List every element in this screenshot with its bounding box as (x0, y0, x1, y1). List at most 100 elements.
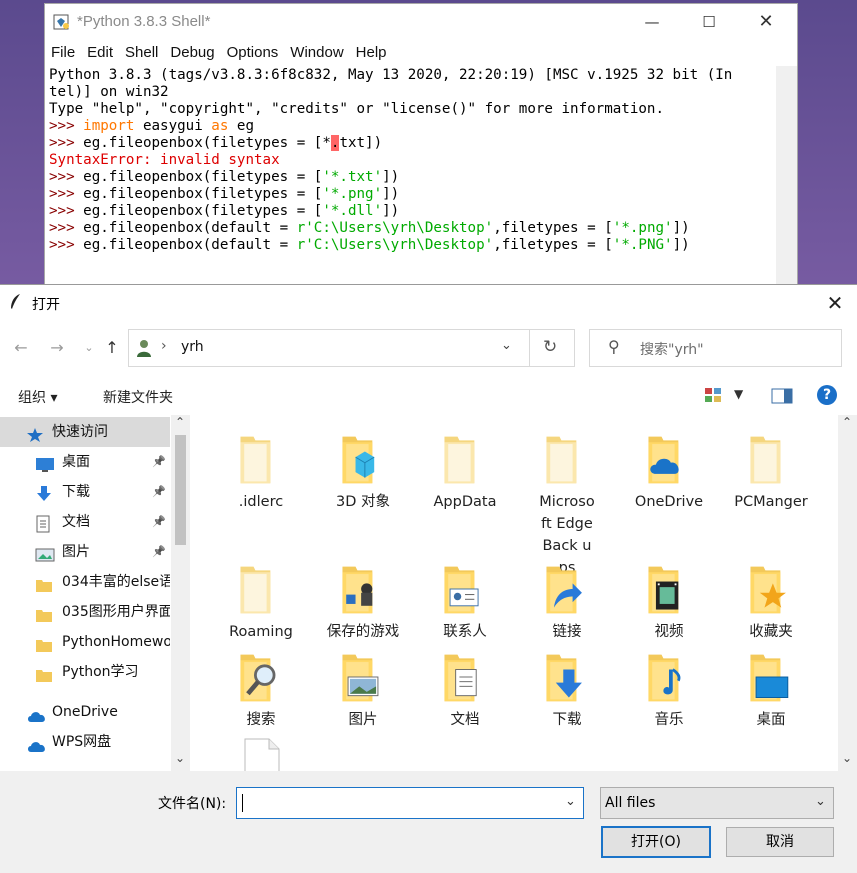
navigation-pane-scrollbar[interactable]: ⌃ ⌄ (171, 415, 190, 771)
shell-menu-file[interactable]: File (51, 41, 75, 65)
sidebar-item[interactable]: OneDrive (0, 697, 170, 727)
shell-text-segment: Type "help", "copyright", "credits" or "… (49, 101, 664, 117)
sidebar-item-label: WPS网盘 (52, 734, 112, 750)
shell-line: tel)] on win32 (49, 84, 774, 101)
onedrive-folder-icon (648, 436, 679, 484)
back-arrow-icon[interactable]: ← (10, 337, 32, 359)
shell-line: Python 3.8.3 (tags/v3.8.3:6f8c832, May 1… (49, 67, 774, 84)
command-bar: 组织 ▾ 新建文件夹 ▼ ? (0, 375, 857, 415)
folder-icon (35, 574, 53, 592)
address-separator: › (161, 338, 167, 354)
sidebar-item[interactable]: PythonHomewo (0, 627, 170, 657)
recent-locations-chevron-icon[interactable]: ⌄ (78, 337, 100, 359)
sidebar-item[interactable]: 图片 📌 (0, 537, 170, 567)
shell-text-segment: import (83, 118, 135, 134)
folder-icon (444, 436, 475, 484)
file-item-name: 保存的游戏 (326, 624, 400, 640)
shell-line: Type "help", "copyright", "credits" or "… (49, 101, 774, 118)
folder-icon (240, 436, 271, 484)
shell-text-segment: >>> (49, 203, 84, 219)
shell-text-area[interactable]: Python 3.8.3 (tags/v3.8.3:6f8c832, May 1… (49, 67, 774, 282)
filename-input[interactable]: ⌄ (236, 787, 584, 819)
file-item-name: 文档 (450, 712, 480, 728)
file-item-name: 视频 (654, 624, 684, 640)
documents-folder-icon (444, 654, 477, 702)
address-bar[interactable]: › yrh ⌄ (128, 329, 530, 367)
address-location[interactable]: yrh (181, 339, 204, 355)
file-item-name: 音乐 (654, 712, 684, 728)
shell-text-segment: Python 3.8.3 (tags/v3.8.3:6f8c832, May 1… (49, 67, 733, 83)
new-folder-button[interactable]: 新建文件夹 (103, 387, 173, 407)
shell-text-segment: eg.fileopenbox(filetypes = [ (83, 203, 323, 219)
close-icon[interactable]: ✕ (743, 4, 789, 40)
file-icon (244, 738, 280, 771)
desktop-icon (35, 454, 54, 472)
pin-icon: 📌 (152, 545, 166, 558)
organize-button[interactable]: 组织 ▾ (18, 387, 57, 407)
star-icon (26, 424, 44, 442)
shell-menu-window[interactable]: Window (290, 41, 343, 65)
shell-line: >>> eg.fileopenbox(filetypes = ['*.dll']… (49, 203, 774, 220)
file-type-select[interactable]: All files ⌄ (600, 787, 834, 819)
sidebar-item[interactable]: 桌面 📌 (0, 447, 170, 477)
shell-text-segment: >>> (49, 135, 84, 151)
refresh-button[interactable]: ↻ (530, 329, 575, 367)
shell-menu-debug[interactable]: Debug (170, 41, 214, 65)
idle-icon (53, 14, 69, 30)
search-box[interactable]: ⚲ 搜索"yrh" (589, 329, 842, 367)
shell-menu-options[interactable]: Options (227, 41, 279, 65)
sidebar-item[interactable]: 034丰富的else语 (0, 567, 170, 597)
shell-text-segment: '*.png' (612, 220, 673, 236)
maximize-icon[interactable]: ☐ (686, 4, 732, 40)
filename-label: 文件名(N): (158, 796, 227, 812)
help-icon[interactable]: ? (817, 385, 837, 405)
pin-icon: 📌 (152, 515, 166, 528)
videos-folder-icon (648, 566, 679, 614)
shell-text-segment: >>> (49, 169, 84, 185)
sidebar-item[interactable]: 文档 📌 (0, 507, 170, 537)
shell-text-segment: '*.txt' (322, 169, 383, 185)
contacts-folder-icon (444, 566, 479, 614)
sidebar-item[interactable]: WPS网盘 (0, 727, 170, 757)
file-type-chevron-icon: ⌄ (815, 794, 826, 809)
shell-text-segment: eg.fileopenbox(filetypes = [ (83, 186, 323, 202)
shell-line: >>> eg.fileopenbox(filetypes = ['*.png']… (49, 186, 774, 203)
sidebar-item[interactable]: 下载 📌 (0, 477, 170, 507)
view-options-icon[interactable] (704, 387, 722, 403)
sidebar-item-label: 快速访问 (52, 424, 108, 440)
forward-arrow-icon[interactable]: → (46, 337, 68, 359)
shell-text-segment: >>> (49, 237, 84, 253)
preview-pane-icon[interactable] (771, 388, 793, 404)
shell-menu-edit[interactable]: Edit (87, 41, 113, 65)
dialog-title-bar[interactable]: 打开 ✕ (0, 285, 857, 319)
shell-text-segment: ,filetypes = [ (493, 237, 613, 253)
shell-text-segment: ,filetypes = [ (493, 220, 613, 236)
sidebar-item-label: 桌面 (62, 454, 90, 470)
dialog-close-icon[interactable]: ✕ (820, 289, 850, 317)
shell-scrollbar[interactable] (776, 66, 797, 286)
shell-menu-help[interactable]: Help (356, 41, 387, 65)
up-arrow-icon[interactable]: ↑ (101, 337, 123, 359)
sidebar-item[interactable]: 快速访问 (0, 417, 170, 447)
open-button[interactable]: 打开(O) (601, 826, 711, 858)
sidebar-item[interactable]: 035图形用户界面 (0, 597, 170, 627)
filename-history-chevron-icon[interactable]: ⌄ (565, 794, 576, 809)
minimize-icon[interactable]: — (629, 4, 675, 40)
cloud-icon (26, 704, 45, 722)
sidebar-item[interactable]: Python学习 (0, 657, 170, 687)
download-icon (35, 484, 53, 501)
shell-title-bar[interactable]: *Python 3.8.3 Shell* — ☐ ✕ (45, 4, 797, 40)
shell-line: >>> import easygui as eg (49, 118, 774, 135)
cancel-button[interactable]: 取消 (726, 827, 834, 857)
shell-menu-shell[interactable]: Shell (125, 41, 158, 65)
file-list-scrollbar[interactable]: ⌃ ⌄ (838, 415, 857, 771)
address-dropdown-chevron-icon[interactable]: ⌄ (501, 338, 512, 353)
refresh-icon: ↻ (543, 337, 558, 357)
navigation-pane: 快速访问 桌面 📌 下载 📌 文档 📌 图片 📌 034丰富的else语 035图形用户界面 Pyth… (0, 415, 190, 771)
sidebar-item-label: 文档 (62, 514, 90, 530)
view-dropdown-icon[interactable]: ▼ (734, 387, 743, 401)
shell-text-segment: tel)] on win32 (49, 84, 169, 100)
feather-icon (11, 294, 20, 309)
file-type-value: All files (605, 795, 656, 811)
desktop-folder-icon (750, 654, 789, 702)
